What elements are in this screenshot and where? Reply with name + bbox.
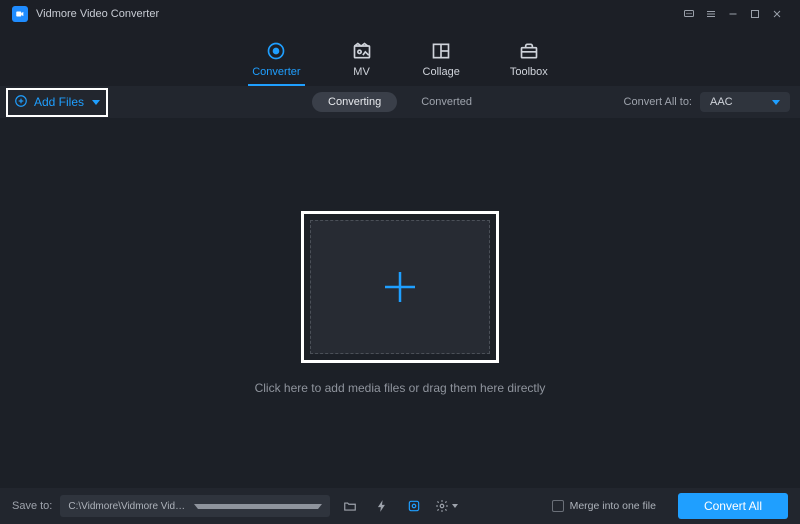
app-logo [12, 6, 28, 22]
open-folder-button[interactable] [338, 495, 362, 517]
dropdown-caret-icon [194, 504, 322, 509]
tab-toolbox[interactable]: Toolbox [510, 40, 548, 86]
tab-converting[interactable]: Converting [312, 92, 397, 112]
save-path-select[interactable]: C:\Vidmore\Vidmore Video Converter\Conve… [60, 495, 330, 517]
title-bar: Vidmore Video Converter [0, 0, 800, 28]
high-speed-button[interactable] [402, 495, 426, 517]
sub-toolbar: Add Files Converting Converted Convert A… [0, 86, 800, 118]
tab-converter-label: Converter [252, 66, 300, 78]
tab-mv-label: MV [353, 66, 370, 78]
plus-icon [380, 267, 420, 307]
output-format-select[interactable]: AAC [700, 92, 790, 112]
main-content: Click here to add media files or drag th… [0, 118, 800, 488]
bottom-toolbar: Save to: C:\Vidmore\Vidmore Video Conver… [0, 488, 800, 524]
gpu-acceleration-button[interactable] [370, 495, 394, 517]
minimize-button[interactable] [722, 3, 744, 25]
converter-icon [265, 40, 287, 62]
drop-zone[interactable] [310, 220, 490, 354]
merge-label: Merge into one file [570, 500, 656, 512]
settings-button[interactable] [434, 495, 458, 517]
dropdown-caret-icon [772, 100, 780, 105]
toolbox-icon [518, 40, 540, 62]
close-button[interactable] [766, 3, 788, 25]
tab-mv[interactable]: MV [351, 40, 373, 86]
tab-collage[interactable]: Collage [423, 40, 460, 86]
menu-icon[interactable] [700, 3, 722, 25]
mv-icon [351, 40, 373, 62]
app-title: Vidmore Video Converter [36, 8, 159, 20]
feedback-icon[interactable] [678, 3, 700, 25]
save-path-value: C:\Vidmore\Vidmore Video Converter\Conve… [68, 501, 188, 512]
output-format-value: AAC [710, 96, 733, 108]
tab-collage-label: Collage [423, 66, 460, 78]
drop-zone-highlight [301, 211, 499, 363]
tab-converted[interactable]: Converted [405, 92, 488, 112]
main-nav: Converter MV Collage Toolbox [0, 28, 800, 86]
chevron-down-icon [452, 504, 458, 508]
collage-icon [430, 40, 452, 62]
convert-all-button[interactable]: Convert All [678, 493, 788, 519]
convert-all-to-label: Convert All to: [624, 96, 692, 108]
tab-converter[interactable]: Converter [252, 40, 300, 86]
merge-checkbox[interactable]: Merge into one file [552, 500, 656, 512]
drop-hint-text: Click here to add media files or drag th… [255, 381, 546, 395]
tab-toolbox-label: Toolbox [510, 66, 548, 78]
save-to-label: Save to: [12, 500, 52, 512]
maximize-button[interactable] [744, 3, 766, 25]
checkbox-box [552, 500, 564, 512]
